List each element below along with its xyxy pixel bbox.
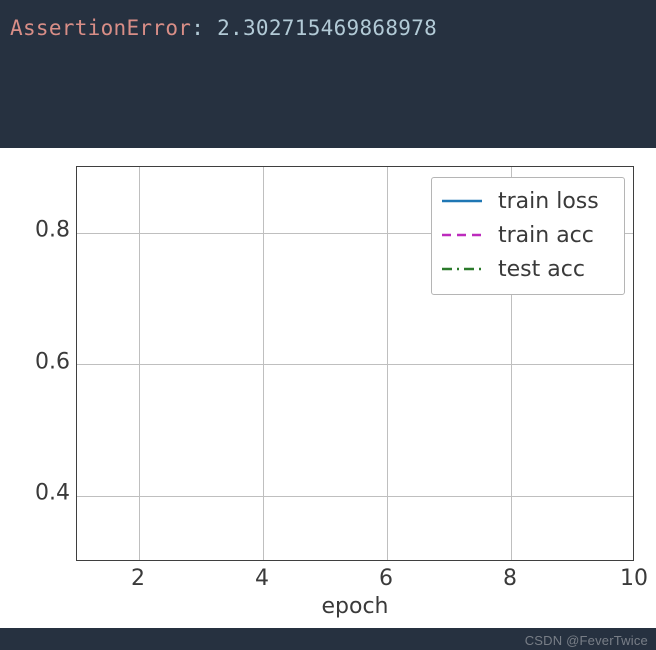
x-tick-label: 10 [620, 566, 648, 591]
error-output-panel: AssertionError: 2.302715469868978 [0, 0, 656, 148]
plot-axes: train loss train acc test acc [76, 166, 634, 561]
x-tick-label: 6 [379, 566, 393, 591]
footer-strip: CSDN @FeverTwice [0, 628, 656, 650]
legend-entry-train-loss: train loss [440, 184, 616, 218]
error-name: AssertionError [10, 16, 191, 40]
error-sep: : [191, 16, 217, 40]
legend-label: train acc [498, 223, 594, 248]
legend: train loss train acc test acc [431, 177, 625, 295]
x-tick-label: 4 [255, 566, 269, 591]
x-tick-label: 8 [503, 566, 517, 591]
legend-label: train loss [498, 189, 599, 214]
x-tick-label: 2 [131, 566, 145, 591]
legend-label: test acc [498, 257, 585, 282]
y-tick-label: 0.6 [30, 350, 70, 375]
chart-figure: 0.8 0.6 0.4 train loss train acc [0, 148, 656, 628]
gridline-horizontal [77, 496, 633, 497]
gridline-horizontal [77, 364, 633, 365]
legend-entry-test-acc: test acc [440, 252, 616, 286]
legend-entry-train-acc: train acc [440, 218, 616, 252]
legend-swatch-solid [440, 191, 484, 211]
x-axis-label: epoch [76, 594, 634, 619]
y-tick-label: 0.8 [30, 218, 70, 243]
legend-swatch-dashed [440, 225, 484, 245]
y-tick-label: 0.4 [30, 481, 70, 506]
error-value: 2.302715469868978 [217, 16, 437, 40]
error-line: AssertionError: 2.302715469868978 [10, 16, 646, 40]
watermark-text: CSDN @FeverTwice [525, 633, 648, 648]
legend-swatch-dashdot [440, 259, 484, 279]
